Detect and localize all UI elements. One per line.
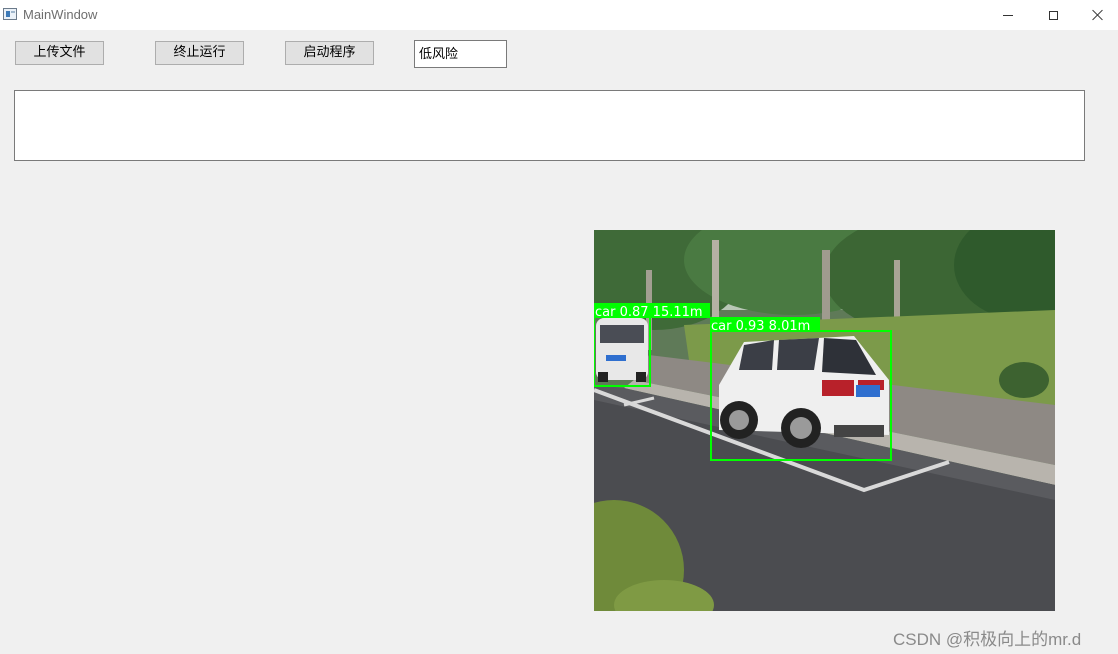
title-bar: MainWindow <box>0 0 1118 30</box>
upload-file-button[interactable]: 上传文件 <box>15 41 104 65</box>
minimize-icon <box>1003 14 1013 16</box>
close-icon <box>1092 9 1104 21</box>
close-button[interactable] <box>1075 0 1118 30</box>
detection-scene: car 0.87 15.11m car 0.93 8.01m <box>594 230 1055 611</box>
risk-level-field[interactable]: 低风险 <box>414 40 507 68</box>
detected-car-far <box>596 318 648 382</box>
detection-image: car 0.87 15.11m car 0.93 8.01m <box>594 230 1055 611</box>
start-program-button[interactable]: 启动程序 <box>285 41 374 65</box>
stop-run-button[interactable]: 终止运行 <box>155 41 244 65</box>
maximize-icon <box>1048 10 1058 20</box>
app-window-icon <box>3 8 17 20</box>
csdn-watermark: CSDN @积极向上的mr.d <box>893 630 1082 649</box>
minimize-button[interactable] <box>985 0 1031 30</box>
maximize-button[interactable] <box>1030 0 1076 30</box>
window-title: MainWindow <box>23 7 98 22</box>
detected-car-near <box>719 336 889 448</box>
output-text-area[interactable] <box>14 90 1085 161</box>
detection-label-car-near: car 0.93 8.01m <box>711 319 810 334</box>
detection-label-car-far: car 0.87 15.11m <box>595 305 703 320</box>
